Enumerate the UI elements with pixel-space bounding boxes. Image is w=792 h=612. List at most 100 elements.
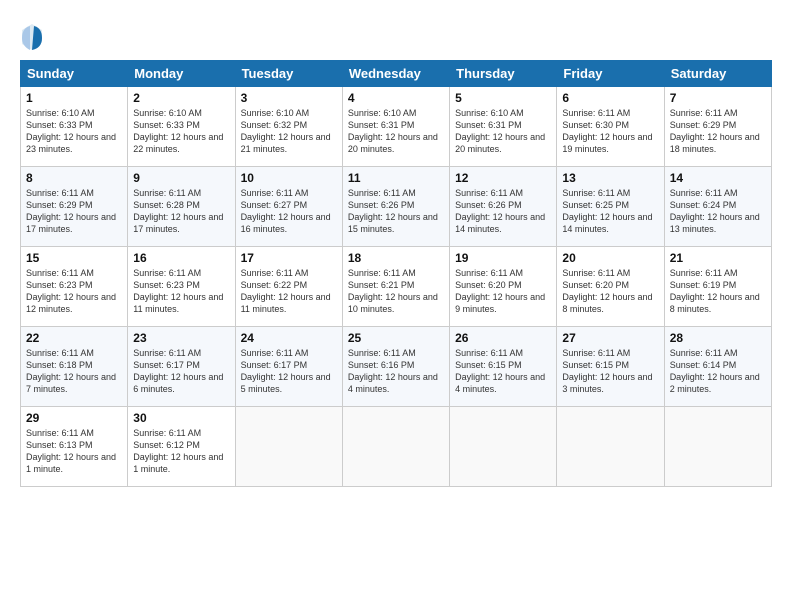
calendar-cell: 21 Sunrise: 6:11 AMSunset: 6:19 PMDayligh…	[664, 247, 771, 327]
cell-content: Sunrise: 6:11 AMSunset: 6:26 PMDaylight:…	[348, 187, 444, 236]
day-number: 4	[348, 91, 444, 105]
day-number: 8	[26, 171, 122, 185]
calendar-cell: 25 Sunrise: 6:11 AMSunset: 6:16 PMDayligh…	[342, 327, 449, 407]
day-number: 9	[133, 171, 229, 185]
logo	[20, 22, 48, 52]
day-header-tuesday: Tuesday	[235, 61, 342, 87]
cell-content: Sunrise: 6:11 AMSunset: 6:30 PMDaylight:…	[562, 107, 658, 156]
calendar-cell: 20 Sunrise: 6:11 AMSunset: 6:20 PMDayligh…	[557, 247, 664, 327]
logo-icon	[20, 22, 44, 52]
calendar-cell: 6 Sunrise: 6:11 AMSunset: 6:30 PMDaylight…	[557, 87, 664, 167]
day-number: 25	[348, 331, 444, 345]
calendar-cell: 16 Sunrise: 6:11 AMSunset: 6:23 PMDayligh…	[128, 247, 235, 327]
cell-content: Sunrise: 6:11 AMSunset: 6:14 PMDaylight:…	[670, 347, 766, 396]
cell-content: Sunrise: 6:11 AMSunset: 6:23 PMDaylight:…	[26, 267, 122, 316]
cell-content: Sunrise: 6:11 AMSunset: 6:20 PMDaylight:…	[455, 267, 551, 316]
cell-content: Sunrise: 6:11 AMSunset: 6:15 PMDaylight:…	[455, 347, 551, 396]
day-number: 1	[26, 91, 122, 105]
day-number: 30	[133, 411, 229, 425]
day-number: 19	[455, 251, 551, 265]
calendar-cell: 2 Sunrise: 6:10 AMSunset: 6:33 PMDaylight…	[128, 87, 235, 167]
calendar-header-row: SundayMondayTuesdayWednesdayThursdayFrid…	[21, 61, 772, 87]
calendar-page: SundayMondayTuesdayWednesdayThursdayFrid…	[0, 0, 792, 612]
cell-content: Sunrise: 6:11 AMSunset: 6:25 PMDaylight:…	[562, 187, 658, 236]
day-number: 5	[455, 91, 551, 105]
calendar-cell: 23Sunrise: 6:11 AMSunset: 6:17 PMDayligh…	[128, 327, 235, 407]
calendar-cell: 14 Sunrise: 6:11 AMSunset: 6:24 PMDayligh…	[664, 167, 771, 247]
calendar-table: SundayMondayTuesdayWednesdayThursdayFrid…	[20, 60, 772, 487]
cell-content: Sunrise: 6:11 AMSunset: 6:13 PMDaylight:…	[26, 427, 122, 476]
day-number: 3	[241, 91, 337, 105]
day-number: 12	[455, 171, 551, 185]
cell-content: Sunrise: 6:10 AMSunset: 6:31 PMDaylight:…	[348, 107, 444, 156]
cell-content: Sunrise: 6:11 AMSunset: 6:19 PMDaylight:…	[670, 267, 766, 316]
cell-content: Sunrise: 6:11 AMSunset: 6:20 PMDaylight:…	[562, 267, 658, 316]
day-number: 13	[562, 171, 658, 185]
calendar-cell: 30 Sunrise: 6:11 AMSunset: 6:12 PMDayligh…	[128, 407, 235, 487]
calendar-cell: 5Sunrise: 6:10 AMSunset: 6:31 PMDaylight…	[450, 87, 557, 167]
cell-content: Sunrise: 6:11 AMSunset: 6:21 PMDaylight:…	[348, 267, 444, 316]
calendar-cell: 12 Sunrise: 6:11 AMSunset: 6:26 PMDayligh…	[450, 167, 557, 247]
calendar-cell: 26Sunrise: 6:11 AMSunset: 6:15 PMDayligh…	[450, 327, 557, 407]
calendar-cell: 27 Sunrise: 6:11 AMSunset: 6:15 PMDayligh…	[557, 327, 664, 407]
cell-content: Sunrise: 6:11 AMSunset: 6:18 PMDaylight:…	[26, 347, 122, 396]
calendar-cell: 15 Sunrise: 6:11 AMSunset: 6:23 PMDayligh…	[21, 247, 128, 327]
cell-content: Sunrise: 6:11 AMSunset: 6:27 PMDaylight:…	[241, 187, 337, 236]
day-header-monday: Monday	[128, 61, 235, 87]
day-number: 6	[562, 91, 658, 105]
day-number: 20	[562, 251, 658, 265]
calendar-cell	[235, 407, 342, 487]
calendar-cell: 19 Sunrise: 6:11 AMSunset: 6:20 PMDayligh…	[450, 247, 557, 327]
cell-content: Sunrise: 6:11 AMSunset: 6:26 PMDaylight:…	[455, 187, 551, 236]
cell-content: Sunrise: 6:11 AMSunset: 6:17 PMDaylight:…	[133, 347, 229, 396]
day-header-friday: Friday	[557, 61, 664, 87]
day-header-thursday: Thursday	[450, 61, 557, 87]
day-header-sunday: Sunday	[21, 61, 128, 87]
calendar-cell: 28 Sunrise: 6:11 AMSunset: 6:14 PMDayligh…	[664, 327, 771, 407]
cell-content: Sunrise: 6:10 AMSunset: 6:33 PMDaylight:…	[26, 107, 122, 156]
calendar-week-5: 29Sunrise: 6:11 AMSunset: 6:13 PMDayligh…	[21, 407, 772, 487]
day-number: 14	[670, 171, 766, 185]
calendar-cell: 13 Sunrise: 6:11 AMSunset: 6:25 PMDayligh…	[557, 167, 664, 247]
calendar-cell: 9 Sunrise: 6:11 AMSunset: 6:28 PMDaylight…	[128, 167, 235, 247]
calendar-week-2: 8 Sunrise: 6:11 AMSunset: 6:29 PMDaylight…	[21, 167, 772, 247]
day-number: 7	[670, 91, 766, 105]
day-number: 21	[670, 251, 766, 265]
calendar-cell	[557, 407, 664, 487]
cell-content: Sunrise: 6:11 AMSunset: 6:17 PMDaylight:…	[241, 347, 337, 396]
calendar-cell	[450, 407, 557, 487]
calendar-cell	[342, 407, 449, 487]
cell-content: Sunrise: 6:11 AMSunset: 6:28 PMDaylight:…	[133, 187, 229, 236]
day-number: 27	[562, 331, 658, 345]
calendar-cell: 4 Sunrise: 6:10 AMSunset: 6:31 PMDaylight…	[342, 87, 449, 167]
calendar-cell: 11 Sunrise: 6:11 AMSunset: 6:26 PMDayligh…	[342, 167, 449, 247]
calendar-cell: 1 Sunrise: 6:10 AMSunset: 6:33 PMDaylight…	[21, 87, 128, 167]
calendar-cell: 24 Sunrise: 6:11 AMSunset: 6:17 PMDayligh…	[235, 327, 342, 407]
cell-content: Sunrise: 6:11 AMSunset: 6:15 PMDaylight:…	[562, 347, 658, 396]
calendar-cell: 7 Sunrise: 6:11 AMSunset: 6:29 PMDaylight…	[664, 87, 771, 167]
day-number: 28	[670, 331, 766, 345]
calendar-cell: 17Sunrise: 6:11 AMSunset: 6:22 PMDayligh…	[235, 247, 342, 327]
header	[20, 18, 772, 52]
day-number: 11	[348, 171, 444, 185]
cell-content: Sunrise: 6:11 AMSunset: 6:29 PMDaylight:…	[26, 187, 122, 236]
day-number: 10	[241, 171, 337, 185]
day-number: 2	[133, 91, 229, 105]
day-number: 15	[26, 251, 122, 265]
day-number: 18	[348, 251, 444, 265]
day-header-wednesday: Wednesday	[342, 61, 449, 87]
calendar-week-1: 1 Sunrise: 6:10 AMSunset: 6:33 PMDaylight…	[21, 87, 772, 167]
calendar-cell: 29Sunrise: 6:11 AMSunset: 6:13 PMDayligh…	[21, 407, 128, 487]
cell-content: Sunrise: 6:11 AMSunset: 6:24 PMDaylight:…	[670, 187, 766, 236]
day-number: 16	[133, 251, 229, 265]
day-number: 22	[26, 331, 122, 345]
cell-content: Sunrise: 6:11 AMSunset: 6:22 PMDaylight:…	[241, 267, 337, 316]
calendar-week-4: 22 Sunrise: 6:11 AMSunset: 6:18 PMDayligh…	[21, 327, 772, 407]
cell-content: Sunrise: 6:11 AMSunset: 6:23 PMDaylight:…	[133, 267, 229, 316]
cell-content: Sunrise: 6:11 AMSunset: 6:16 PMDaylight:…	[348, 347, 444, 396]
calendar-cell: 18 Sunrise: 6:11 AMSunset: 6:21 PMDayligh…	[342, 247, 449, 327]
cell-content: Sunrise: 6:10 AMSunset: 6:33 PMDaylight:…	[133, 107, 229, 156]
cell-content: Sunrise: 6:11 AMSunset: 6:12 PMDaylight:…	[133, 427, 229, 476]
cell-content: Sunrise: 6:11 AMSunset: 6:29 PMDaylight:…	[670, 107, 766, 156]
day-number: 24	[241, 331, 337, 345]
